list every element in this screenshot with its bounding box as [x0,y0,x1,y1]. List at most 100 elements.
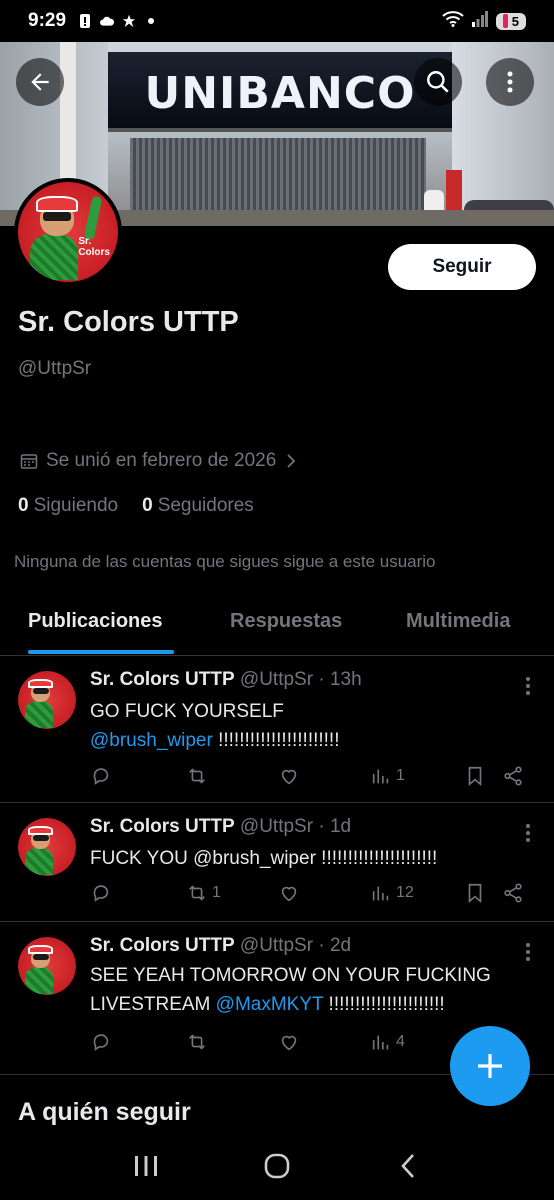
join-date-text: Se unió en febrero de 2026 [46,450,277,471]
following-count: 0 [18,495,29,516]
tweet-actions: 1 [90,765,536,791]
tweet-meta: @UttpSr · 2d [239,935,352,956]
battery-level: 5 [511,13,519,29]
like-button[interactable] [278,882,304,904]
recent-apps-icon [134,1156,157,1176]
display-name: Sr. Colors UTTP [18,306,239,338]
battery-low-icon [502,14,508,28]
heart-icon [281,769,297,785]
battery-indicator: 5 [495,12,526,30]
reply-icon [93,768,109,785]
following-link[interactable]: 0 Siguiendo [18,495,118,517]
tweet-meta: @UttpSr · 1d [239,816,352,837]
tweet-header: Sr. Colors UTTP @UttpSr · 2d [90,935,351,957]
retweet-button[interactable]: 1 [186,882,221,904]
tweet-text-tail: !!!!!!!!!!!!!!!!!!!!!!! [212,730,340,751]
view-count: 1 [396,767,405,784]
more-options-button[interactable] [486,58,534,106]
tweet-actions: 1 12 [90,882,536,908]
tweet-avatar-image [18,818,76,876]
tweet-text-main: FUCK YOU @brush_wiper !!!!!!!!!!!!!!!!!!… [90,848,438,869]
retweet-icon [189,885,205,901]
avatar-eyes [32,835,49,841]
tweet[interactable]: Sr. Colors UTTP @UttpSr · 1d FUCK YOU @b… [0,804,554,922]
tweet-author[interactable]: Sr. Colors UTTP [90,669,235,690]
chevron-right-icon [287,454,296,468]
banner-sign: UNIBANCO [108,52,452,132]
status-time: 9:29 [28,10,67,31]
reply-icon [93,1034,109,1051]
tweet-more-button[interactable] [526,943,530,961]
tweet-meta: @UttpSr · 13h [239,669,362,690]
sim-icon [78,14,92,28]
join-date[interactable]: Se unió en febrero de 2026 [20,450,298,472]
back-chevron-icon [401,1154,415,1178]
tweet-author[interactable]: Sr. Colors UTTP [90,816,235,837]
banner-sign-text: UNIBANCO [144,68,416,119]
avatar-image: Sr. Colors [18,182,118,282]
tweet-more-button[interactable] [526,677,530,695]
tweet-mention[interactable]: @brush_wiper [90,730,213,751]
bookmark-icon [468,766,482,787]
avatar-body [24,701,53,728]
share-icon [504,883,522,903]
calendar-icon [20,454,38,469]
views-button[interactable]: 12 [370,882,414,904]
tweet-more-button[interactable] [526,824,530,842]
profile-avatar[interactable]: Sr. Colors [14,178,122,286]
plus-icon [478,1054,502,1078]
following-label: Siguiendo [33,495,119,516]
retweet-count: 1 [212,884,221,901]
mutual-followers-note: Ninguna de las cuentas que sigues sigue … [14,552,436,571]
user-handle: @UttpSr [18,358,92,379]
heart-icon [281,886,297,902]
views-icon [372,886,389,901]
bookmark-button[interactable] [464,882,486,904]
back-button[interactable] [16,58,64,106]
tab-multimedia[interactable]: Multimedia [406,610,510,633]
bookmark-button[interactable] [464,765,486,787]
like-button[interactable] [278,1031,304,1053]
reply-button[interactable] [90,1031,116,1053]
views-button[interactable]: 4 [370,1031,405,1053]
retweet-icon [189,1034,205,1050]
tweet-header: Sr. Colors UTTP @UttpSr · 13h [90,669,362,691]
avatar-cap [36,196,78,212]
tweet-avatar-image [18,937,76,995]
view-count: 4 [396,1033,405,1050]
tweet-avatar[interactable] [18,671,76,729]
followers-link[interactable]: 0 Seguidores [142,495,254,517]
tweet-text-main: GO FUCK YOURSELF [90,701,284,722]
tweet-mention[interactable]: @MaxMKYT [216,994,324,1015]
tweet-avatar[interactable] [18,818,76,876]
avatar-cap [28,679,53,689]
back-nav-button[interactable] [378,1146,438,1186]
reply-button[interactable] [90,882,116,904]
share-button[interactable] [502,882,524,904]
views-icon [372,1035,389,1050]
tab-respuestas[interactable]: Respuestas [230,610,342,633]
profile-tabs: Publicaciones Respuestas Multimedia [0,598,554,656]
reply-button[interactable] [90,765,116,787]
home-icon [264,1153,290,1179]
avatar-body [24,848,53,875]
tweet-author[interactable]: Sr. Colors UTTP [90,935,235,956]
avatar-eyes [32,954,49,960]
views-button[interactable]: 1 [370,765,405,787]
tweet-avatar[interactable] [18,937,76,995]
follow-button[interactable]: Seguir [388,244,536,290]
like-button[interactable] [278,765,304,787]
retweet-button[interactable] [186,1031,212,1053]
tweet[interactable]: Sr. Colors UTTP @UttpSr · 13h GO FUCK YO… [0,657,554,803]
active-tab-indicator [28,650,174,654]
avatar-body [24,967,53,994]
search-button[interactable] [414,58,462,106]
compose-button[interactable] [450,1026,530,1106]
home-button[interactable] [247,1146,307,1186]
share-button[interactable] [502,765,524,787]
avatar-label: Sr. Colors [78,236,110,258]
tab-publicaciones[interactable]: Publicaciones [28,610,163,633]
recent-apps-button[interactable] [116,1146,176,1186]
retweet-button[interactable] [186,765,212,787]
tweet-text: SEE YEAH TOMORROW ON YOUR FUCKING LIVEST… [90,961,530,1019]
